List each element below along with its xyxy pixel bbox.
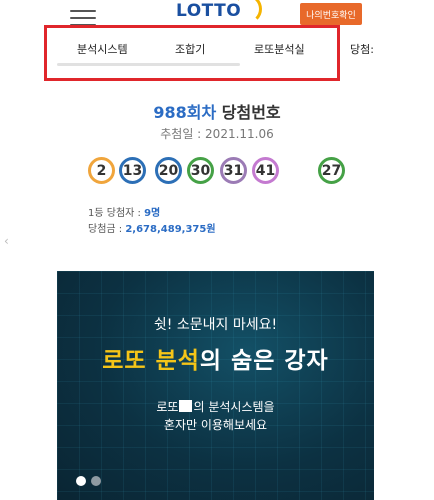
prize-amount: 당첨금 : 2,678,489,375원 — [88, 220, 216, 235]
first-prize-winners: 1등 당첨자 : 9명 — [88, 204, 160, 219]
carousel-dot-active[interactable] — [76, 476, 86, 486]
banner-description-line1: 로또 의 분석시스템을 — [57, 398, 374, 415]
carousel-dot[interactable] — [91, 476, 101, 486]
chevron-left-icon[interactable]: ‹ — [4, 234, 9, 248]
my-number-check-button[interactable]: 나의번호확인 — [300, 3, 362, 25]
prize-value: 2,678,489,375원 — [125, 224, 216, 235]
masked-text-box — [179, 400, 193, 412]
draw-date-label: 추첨일 : — [160, 127, 202, 141]
lotto-ball: 30 — [187, 157, 214, 184]
banner-desc-prefix: 로또 — [156, 400, 179, 414]
first-prize-count: 9명 — [144, 208, 161, 219]
first-prize-label: 1등 당첨자 : — [88, 208, 141, 219]
promo-banner[interactable]: 쉿! 소문내지 마세요! 로또 분석의 숨은 강자 로또 의 분석시스템을 혼자만… — [57, 271, 374, 500]
banner-subtitle: 쉿! 소문내지 마세요! — [153, 317, 278, 333]
bonus-ball: 27 — [318, 157, 345, 184]
banner-description-line2: 혼자만 이용해보세요 — [163, 418, 268, 432]
round-label: 당첨번호 — [221, 103, 281, 122]
round-number: 988회차 — [153, 103, 217, 122]
nav-scroll-indicator — [57, 63, 240, 66]
lotto-ball: 13 — [119, 157, 146, 184]
draw-date-value: 2021.11.06 — [205, 127, 274, 141]
banner-headline: 로또 분석의 숨은 강자 — [57, 341, 374, 375]
banner-headline-highlight: 로또 분석 — [102, 348, 200, 374]
lotto-ball: 41 — [252, 157, 279, 184]
lotto-ball: 2 — [88, 157, 115, 184]
banner-grid-pattern — [57, 271, 374, 500]
lotto-logo[interactable]: LOTTO — [174, 0, 264, 26]
nav-item-analysis-system[interactable]: 분석시스템 — [77, 41, 128, 57]
nav-item-winning[interactable]: 당첨: — [350, 41, 374, 57]
banner-desc-suffix: 의 분석시스템을 — [193, 400, 275, 414]
nav-item-lotto-analysis-room[interactable]: 로또분석실 — [254, 41, 305, 57]
draw-date: 추첨일 : 2021.11.06 — [0, 125, 434, 142]
lotto-ball: 20 — [155, 157, 182, 184]
lotto-ball: 31 — [220, 157, 247, 184]
nav-item-combinator[interactable]: 조합기 — [175, 41, 205, 57]
banner-headline-rest: 의 숨은 강자 — [199, 348, 329, 374]
prize-label: 당첨금 : — [88, 224, 123, 235]
logo-ring-icon — [232, 0, 262, 24]
round-title: 988회차 당첨번호 — [0, 99, 434, 123]
